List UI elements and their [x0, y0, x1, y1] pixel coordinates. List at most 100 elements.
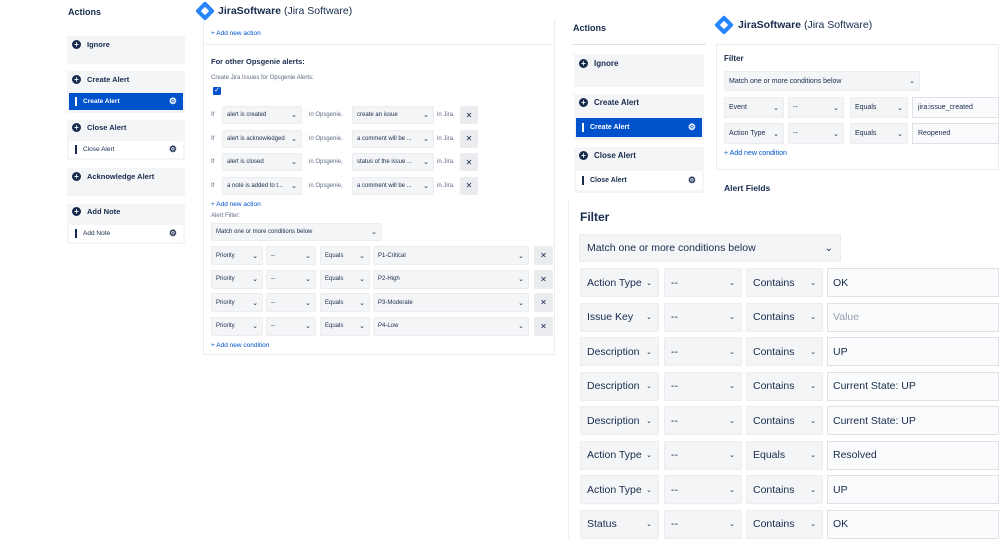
action-group-acknowledge-alert[interactable]: + Acknowledge Alert	[67, 168, 185, 196]
condition-value-input[interactable]: Current State: UP	[827, 371, 999, 401]
drag-handle-icon[interactable]	[75, 97, 77, 106]
condition-field-select[interactable]: Priority ⌄	[211, 269, 263, 289]
rule-condition-select[interactable]: a note is added to t... ⌄	[222, 176, 302, 195]
condition-field-select[interactable]: Issue Key ⌄	[580, 302, 659, 332]
condition-field-select[interactable]: Description ⌄	[580, 406, 659, 435]
action-item-add-note[interactable]: Add Note ⚙	[69, 225, 183, 242]
drag-handle-icon[interactable]	[582, 123, 584, 132]
action-group-close-alert[interactable]: + Close Alert Close Alert ⚙	[574, 147, 704, 193]
condition-not-select[interactable]: -- ⌄	[266, 293, 316, 312]
condition-not-select[interactable]: -- ⌄	[664, 337, 742, 366]
condition-value-input[interactable]: UP	[827, 475, 999, 504]
condition-operator-select[interactable]: Equals ⌄	[746, 440, 823, 470]
condition-not-select[interactable]: -- ⌄	[788, 123, 844, 144]
condition-not-select[interactable]: -- ⌄	[266, 246, 316, 265]
condition-field-select[interactable]: Priority ⌄	[211, 316, 263, 336]
drag-handle-icon[interactable]	[75, 145, 77, 154]
condition-operator-select[interactable]: Equals ⌄	[320, 293, 370, 312]
condition-not-select[interactable]: -- ⌄	[664, 302, 742, 332]
condition-value-input[interactable]: Current State: UP	[827, 406, 999, 435]
action-group-create-alert[interactable]: + Create Alert Create Alert ⚙	[574, 94, 704, 140]
action-group-create-alert[interactable]: + Create Alert Create Alert ⚙	[67, 71, 185, 113]
condition-field-select[interactable]: Action Type ⌄	[724, 123, 784, 144]
match-select[interactable]: Match one or more conditions below ⌄	[724, 71, 920, 91]
create-issues-checkbox[interactable]: ✓	[213, 87, 221, 95]
condition-not-select[interactable]: -- ⌄	[664, 371, 742, 401]
condition-value-input[interactable]: UP	[827, 337, 999, 366]
rule-action-select[interactable]: create an issue ⌄	[352, 106, 434, 124]
condition-field-select[interactable]: Action Type ⌄	[580, 440, 659, 470]
add-new-action-link[interactable]: + Add new action	[211, 30, 261, 37]
action-group-close-alert[interactable]: + Close Alert Close Alert ⚙	[67, 120, 185, 160]
gear-icon[interactable]: ⚙	[688, 175, 696, 186]
condition-value-input[interactable]: Value	[827, 302, 999, 332]
action-group-ignore[interactable]: + Ignore	[67, 36, 185, 64]
condition-operator-select[interactable]: Contains ⌄	[746, 371, 823, 401]
action-group-add-note[interactable]: + Add Note Add Note ⚙	[67, 204, 185, 244]
condition-operator-select[interactable]: Contains ⌄	[746, 302, 823, 332]
condition-operator-select[interactable]: Contains ⌄	[746, 406, 823, 435]
condition-field-select[interactable]: Priority ⌄	[211, 293, 263, 312]
condition-operator-select[interactable]: Contains ⌄	[746, 475, 823, 504]
add-new-condition-link[interactable]: + Add new condition	[724, 150, 787, 157]
gear-icon[interactable]: ⚙	[688, 122, 696, 133]
match-select[interactable]: Match one or more conditions below ⌄	[211, 223, 382, 241]
condition-operator-select[interactable]: Equals ⌄	[320, 246, 370, 265]
rule-action-select[interactable]: a comment will be ... ⌄	[352, 129, 434, 148]
remove-button[interactable]: ✕	[534, 293, 553, 312]
action-item-close-alert[interactable]: Close Alert ⚙	[576, 171, 702, 190]
drag-handle-icon[interactable]	[75, 229, 77, 238]
condition-value-select[interactable]: P2-High ⌄	[373, 269, 529, 289]
condition-field-select[interactable]: Event ⌄	[724, 97, 784, 118]
condition-field-select[interactable]: Priority ⌄	[211, 246, 263, 265]
remove-button[interactable]: ✕	[534, 246, 553, 265]
condition-not-select[interactable]: -- ⌄	[788, 97, 844, 118]
add-new-action-link[interactable]: + Add new action	[211, 201, 261, 208]
rule-condition-select[interactable]: alert is closed ⌄	[222, 153, 302, 171]
condition-operator-select[interactable]: Equals ⌄	[850, 97, 908, 118]
gear-icon[interactable]: ⚙	[169, 144, 177, 155]
condition-operator-select[interactable]: Contains ⌄	[746, 268, 823, 297]
action-item-create-alert[interactable]: Create Alert ⚙	[576, 118, 702, 137]
rule-condition-select[interactable]: alert is acknowledged ⌄	[222, 129, 302, 148]
condition-not-select[interactable]: -- ⌄	[664, 406, 742, 435]
condition-not-select[interactable]: -- ⌄	[664, 268, 742, 297]
condition-operator-select[interactable]: Contains ⌄	[746, 509, 823, 539]
rule-action-select[interactable]: status of the issue ... ⌄	[352, 153, 434, 171]
condition-not-select[interactable]: -- ⌄	[266, 316, 316, 336]
condition-operator-select[interactable]: Equals ⌄	[320, 269, 370, 289]
condition-field-select[interactable]: Action Type ⌄	[580, 268, 659, 297]
remove-button[interactable]: ✕	[534, 316, 553, 336]
action-group-ignore[interactable]: + Ignore	[574, 54, 704, 87]
rule-action-select[interactable]: a comment will be ... ⌄	[352, 176, 434, 195]
action-item-create-alert[interactable]: Create Alert ⚙	[69, 93, 183, 110]
condition-value-select[interactable]: P4-Low ⌄	[373, 316, 529, 336]
condition-operator-select[interactable]: Equals ⌄	[850, 123, 908, 144]
remove-button[interactable]: ✕	[460, 129, 478, 148]
condition-not-select[interactable]: -- ⌄	[664, 475, 742, 504]
condition-not-select[interactable]: -- ⌄	[266, 269, 316, 289]
condition-value-input[interactable]: OK	[827, 268, 999, 297]
condition-value-input[interactable]: Resolved	[827, 440, 999, 470]
condition-value-select[interactable]: P3-Moderate ⌄	[373, 293, 529, 312]
remove-button[interactable]: ✕	[460, 106, 478, 124]
condition-field-select[interactable]: Status ⌄	[580, 509, 659, 539]
condition-operator-select[interactable]: Equals ⌄	[320, 316, 370, 336]
rule-condition-select[interactable]: alert is created ⌄	[222, 106, 302, 124]
condition-operator-select[interactable]: Contains ⌄	[746, 337, 823, 366]
remove-button[interactable]: ✕	[534, 269, 553, 289]
remove-button[interactable]: ✕	[460, 176, 478, 195]
match-select[interactable]: Match one or more conditions below ⌄	[579, 234, 841, 262]
add-new-condition-link[interactable]: + Add new condition	[211, 342, 269, 349]
condition-not-select[interactable]: -- ⌄	[664, 509, 742, 539]
condition-field-select[interactable]: Description ⌄	[580, 371, 659, 401]
drag-handle-icon[interactable]	[582, 176, 584, 185]
gear-icon[interactable]: ⚙	[169, 96, 177, 107]
condition-value-input[interactable]: jira:issue_created	[912, 97, 999, 118]
gear-icon[interactable]: ⚙	[169, 228, 177, 239]
condition-value-select[interactable]: P1-Critical ⌄	[373, 246, 529, 265]
condition-value-input[interactable]: OK	[827, 509, 999, 539]
condition-field-select[interactable]: Description ⌄	[580, 337, 659, 366]
action-item-close-alert[interactable]: Close Alert ⚙	[69, 141, 183, 158]
condition-field-select[interactable]: Action Type ⌄	[580, 475, 659, 504]
